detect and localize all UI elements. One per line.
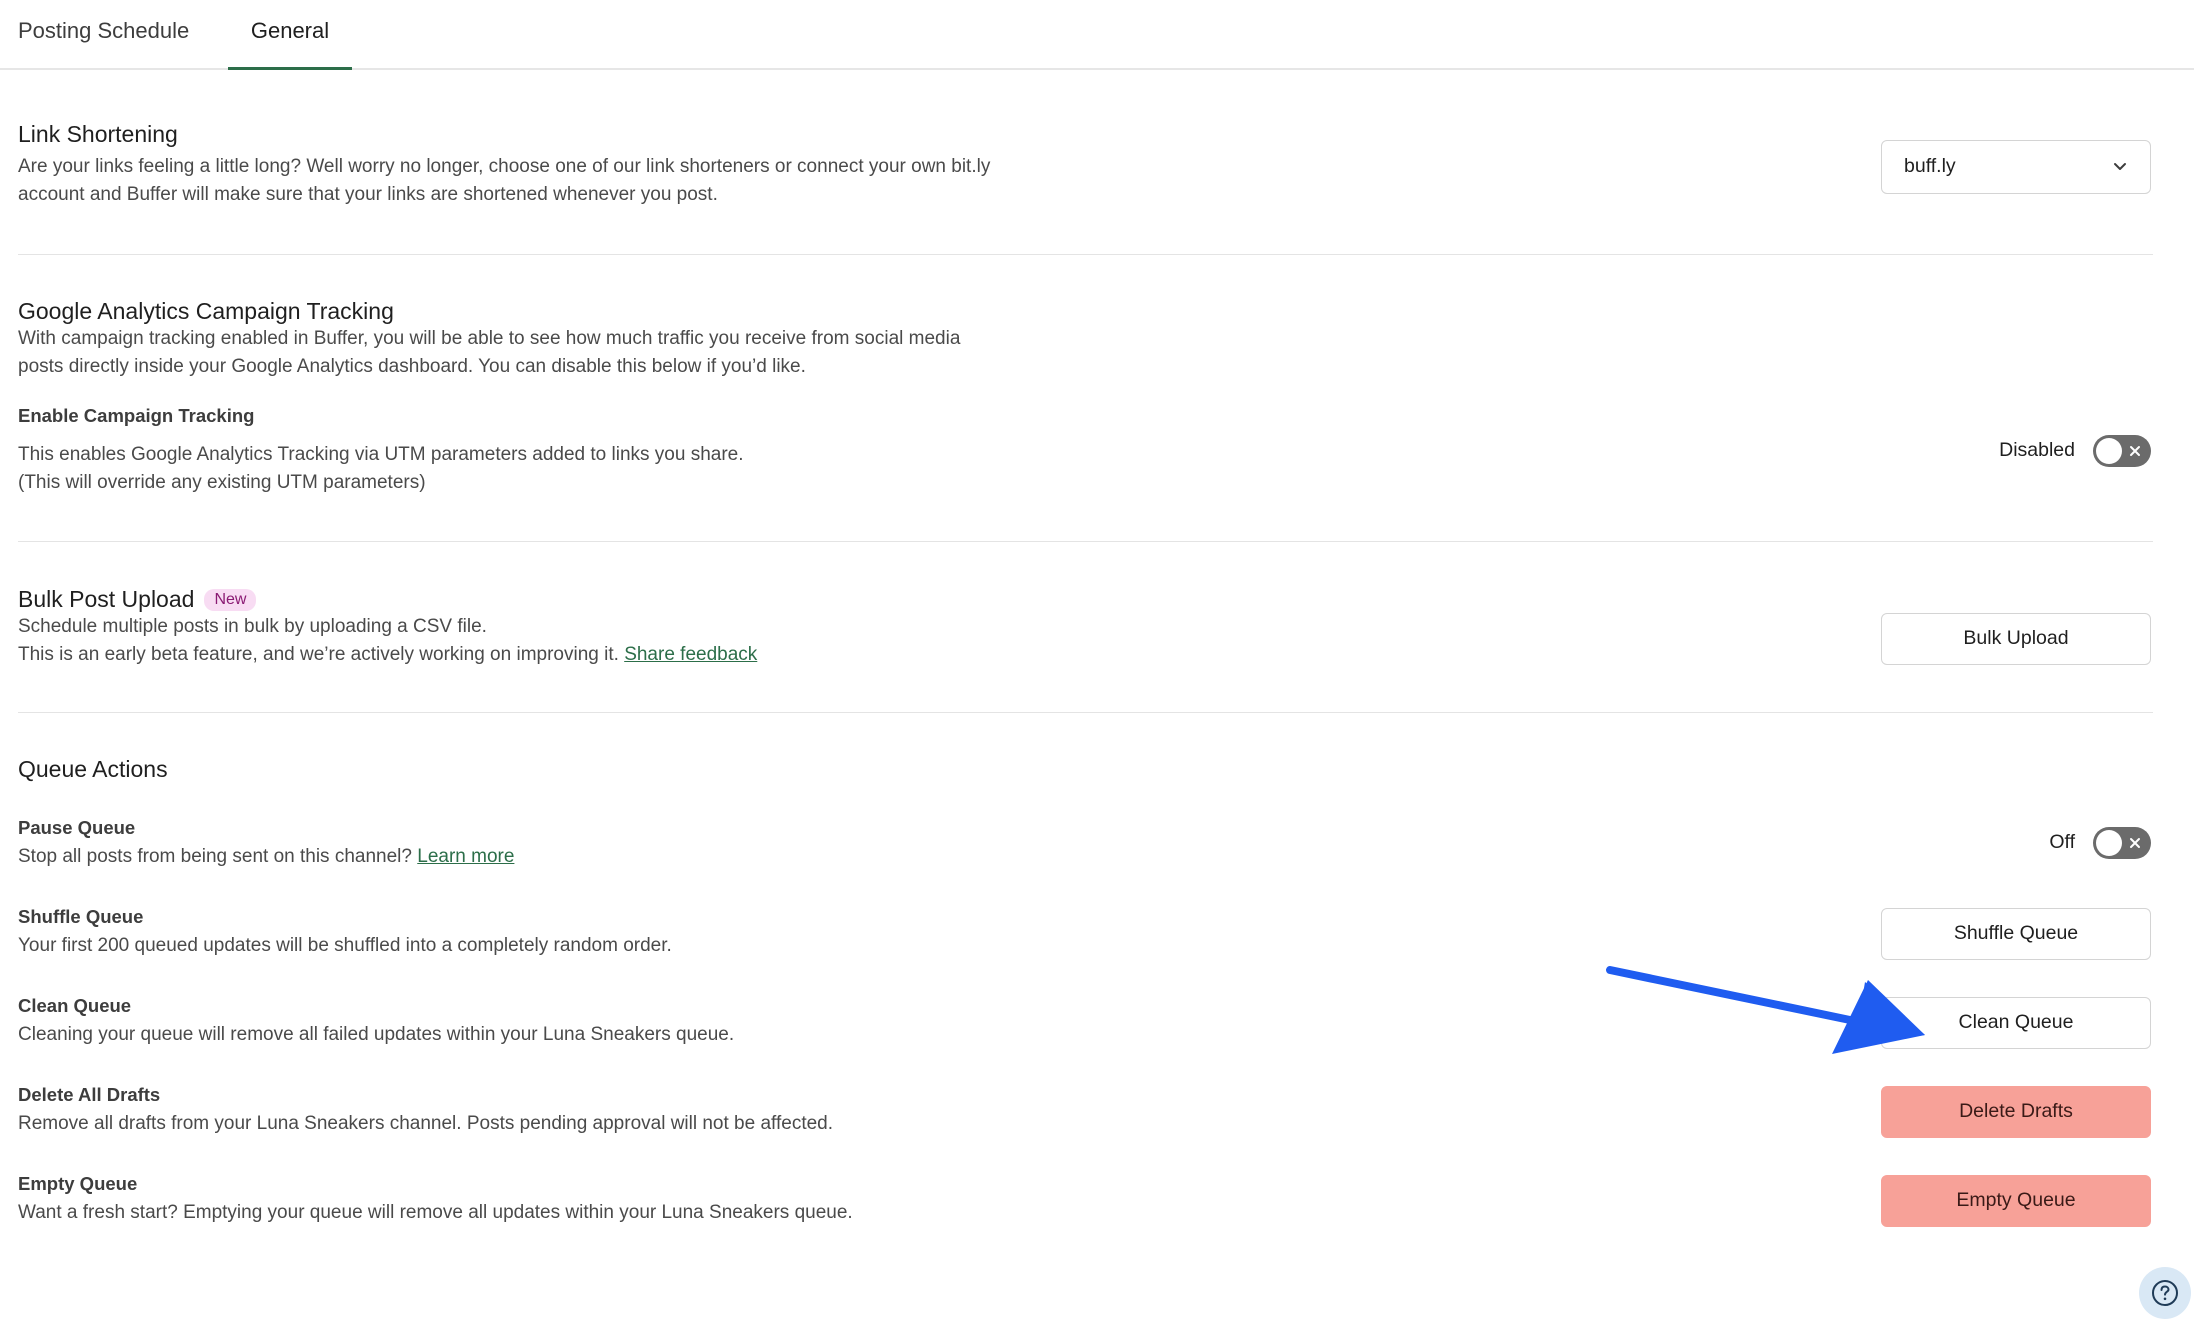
toggle-knob — [2096, 830, 2122, 856]
clean-queue-button[interactable]: Clean Queue — [1881, 997, 2151, 1049]
close-icon — [2130, 446, 2140, 456]
link-shortener-select[interactable]: buff.ly — [1881, 140, 2151, 194]
learn-more-link[interactable]: Learn more — [417, 846, 514, 867]
ga-tracking-title: Google Analytics Campaign Tracking — [18, 298, 394, 324]
divider — [18, 254, 2153, 255]
empty-queue-button[interactable]: Empty Queue — [1881, 1175, 2151, 1227]
share-feedback-link[interactable]: Share feedback — [624, 644, 757, 665]
bulk-upload-line2: This is an early beta feature, and we’re… — [18, 644, 619, 665]
enable-campaign-tracking-line2: (This will override any existing UTM par… — [18, 472, 426, 493]
bulk-upload-line2-row: This is an early beta feature, and we’re… — [18, 641, 757, 669]
campaign-tracking-toggle[interactable] — [2093, 435, 2151, 467]
help-button[interactable] — [2139, 1267, 2191, 1319]
queue-actions-title: Queue Actions — [18, 756, 168, 782]
delete-drafts-title: Delete All Drafts — [18, 1084, 161, 1105]
delete-drafts-button[interactable]: Delete Drafts — [1881, 1086, 2151, 1138]
bulk-upload-button[interactable]: Bulk Upload — [1881, 613, 2151, 665]
empty-queue-title: Empty Queue — [18, 1173, 138, 1194]
pause-queue-toggle[interactable] — [2093, 827, 2151, 859]
shuffle-queue-title: Shuffle Queue — [18, 906, 144, 927]
empty-queue-description: Want a fresh start? Emptying your queue … — [18, 1202, 853, 1223]
new-badge: New — [204, 589, 257, 611]
shuffle-queue-button[interactable]: Shuffle Queue — [1881, 908, 2151, 960]
clean-queue-description: Cleaning your queue will remove all fail… — [18, 1024, 735, 1045]
shuffle-queue-description: Your first 200 queued updates will be sh… — [18, 935, 672, 956]
pause-queue-description-row: Stop all posts from being sent on this c… — [18, 843, 514, 871]
pause-queue-title: Pause Queue — [18, 817, 136, 838]
link-shortening-title: Link Shortening — [18, 121, 178, 147]
pause-queue-status: Off — [2049, 831, 2075, 853]
ga-tracking-description: With campaign tracking enabled in Buffer… — [18, 328, 961, 377]
delete-drafts-description: Remove all drafts from your Luna Sneaker… — [18, 1113, 834, 1134]
close-icon — [2130, 838, 2140, 848]
link-shortener-value: buff.ly — [1904, 155, 1956, 177]
chevron-down-icon — [2114, 163, 2126, 170]
toggle-knob — [2096, 438, 2122, 464]
tab-general[interactable]: General — [228, 0, 352, 70]
divider — [18, 541, 2153, 542]
clean-queue-title: Clean Queue — [18, 995, 132, 1016]
link-shortening-description: Are your links feeling a little long? We… — [18, 156, 991, 205]
pause-queue-description: Stop all posts from being sent on this c… — [18, 846, 412, 867]
enable-campaign-tracking-title: Enable Campaign Tracking — [18, 405, 255, 426]
settings-tabbar: Posting Schedule General — [0, 0, 2194, 70]
campaign-tracking-status: Disabled — [1999, 439, 2075, 461]
divider — [18, 712, 2153, 713]
bulk-upload-title: Bulk Post Upload — [18, 586, 195, 612]
enable-campaign-tracking-line1: This enables Google Analytics Tracking v… — [18, 444, 744, 465]
bulk-upload-title-row: Bulk Post Upload New — [18, 586, 257, 613]
tab-posting-schedule[interactable]: Posting Schedule — [18, 0, 189, 68]
bulk-upload-line1: Schedule multiple posts in bulk by uploa… — [18, 616, 487, 637]
